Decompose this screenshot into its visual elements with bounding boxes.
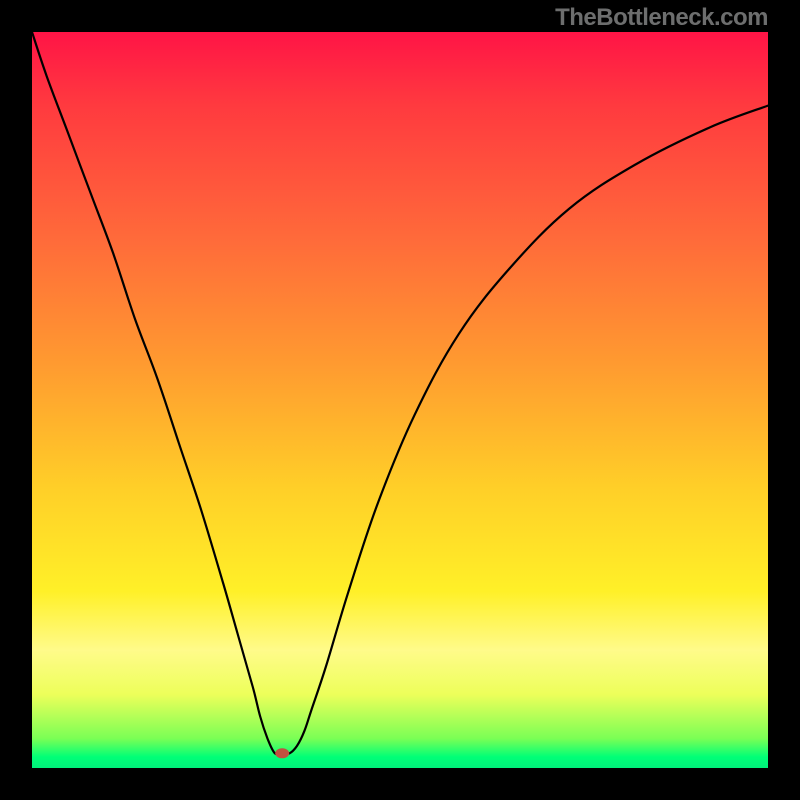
bottleneck-curve: [32, 32, 768, 768]
chart-frame: TheBottleneck.com: [0, 0, 800, 800]
watermark-text: TheBottleneck.com: [555, 4, 768, 32]
plot-area: [32, 32, 768, 768]
curva-minimum-marker: [275, 748, 289, 758]
